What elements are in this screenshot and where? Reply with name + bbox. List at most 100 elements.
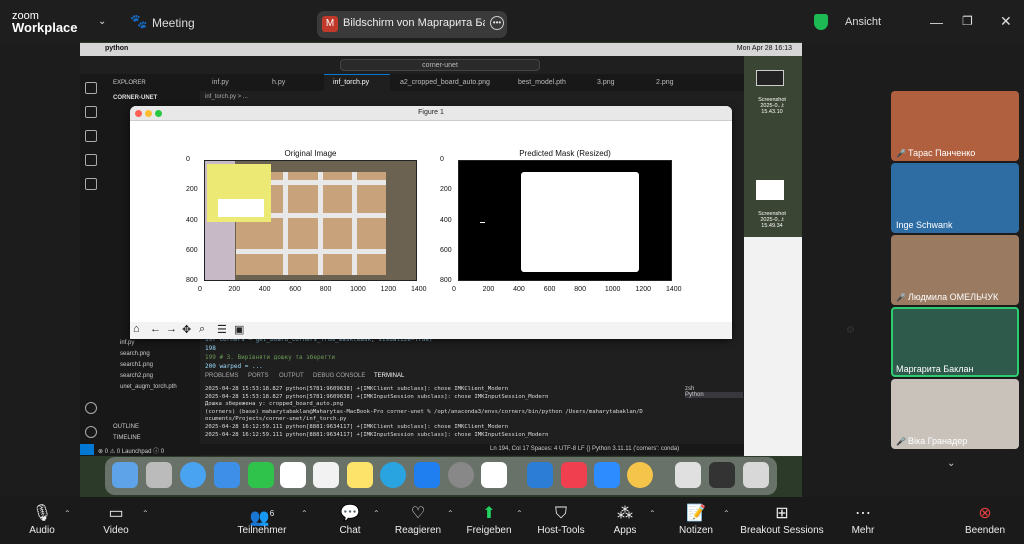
x-tick-label: 1200 (635, 286, 651, 293)
tab-ports[interactable]: PORTS (248, 373, 269, 379)
telegram-icon[interactable] (380, 462, 406, 488)
breadcrumb[interactable]: inf_torch.py > ... (205, 94, 248, 100)
notes-button[interactable]: 📝 Notizen (666, 503, 726, 536)
restore-window-icon[interactable]: ❐ (962, 14, 973, 28)
chevron-up-icon[interactable]: ⌃ (301, 509, 308, 518)
screenshot-file-1[interactable]: Screenshot 2025-0...t 15.43.10 (752, 97, 792, 115)
tab-debug-console[interactable]: DEBUG CONSOLE (313, 373, 365, 379)
chevron-down-icon[interactable]: ⌄ (947, 458, 955, 469)
file-item[interactable]: search1.png (120, 362, 153, 368)
reactions-button[interactable]: ♡ Reagieren (388, 503, 448, 536)
explorer-icon[interactable] (85, 82, 97, 94)
back-arrow-icon[interactable]: ← (150, 323, 161, 335)
chevron-down-icon[interactable]: ⌄ (98, 16, 106, 27)
tab-best-model[interactable]: best_model.pth (518, 79, 566, 86)
configure-subplots-icon[interactable]: ☰ (217, 323, 227, 336)
run-debug-icon[interactable] (85, 154, 97, 166)
end-meeting-button[interactable]: ⊗ Beenden (950, 503, 1020, 536)
status-bar: ⊗ 0 ⚠ 0 Launchpad ⓘ 0 Ln 194, Col 17 Spa… (80, 444, 744, 455)
photos-icon[interactable] (627, 462, 653, 488)
extensions-icon[interactable] (85, 178, 97, 190)
command-center-search[interactable]: corner-unet (340, 59, 540, 71)
reminders-icon[interactable] (313, 462, 339, 488)
finder-icon[interactable] (112, 462, 138, 488)
meeting-label[interactable]: Meeting (152, 16, 195, 30)
view-button[interactable]: Ansicht (845, 16, 881, 28)
remote-indicator[interactable] (80, 444, 94, 455)
music-icon[interactable] (561, 462, 587, 488)
terminal-output[interactable]: 2025-04-28 15:53:18.827 python[5781:9609… (205, 386, 680, 442)
screenshot-thumbnail[interactable] (756, 180, 784, 200)
outline-section[interactable]: OUTLINE (113, 424, 139, 430)
chat-button[interactable]: 💬 Chat (320, 503, 380, 536)
share-button[interactable]: ⬆ Freigeben (459, 503, 519, 536)
tab-terminal[interactable]: TERMINAL (374, 373, 404, 379)
home-icon[interactable]: ⌂ (133, 323, 140, 335)
trash-icon[interactable] (743, 462, 769, 488)
save-figure-icon[interactable]: ▣ (234, 323, 244, 336)
project-folder[interactable]: CORNER-UNET (113, 95, 157, 101)
chevron-up-icon[interactable]: ⌃ (447, 509, 454, 518)
more-button[interactable]: ⋯ Mehr (833, 503, 893, 536)
tab-problems[interactable]: PROBLEMS (205, 373, 238, 379)
app-store-icon[interactable] (414, 462, 440, 488)
board-rail (236, 249, 386, 254)
tab-inf-py[interactable]: inf.py (212, 79, 229, 86)
tab-h-py[interactable]: h.py (272, 79, 285, 86)
more-options-icon[interactable]: ••• (490, 16, 504, 30)
video-button[interactable]: ▭ Video (86, 503, 146, 536)
search-icon[interactable] (85, 106, 97, 118)
gear-icon[interactable] (85, 426, 97, 438)
forward-arrow-icon[interactable]: → (166, 323, 177, 335)
source-control-icon[interactable] (85, 130, 97, 142)
vscode-icon[interactable] (527, 462, 553, 488)
chevron-up-icon[interactable]: ⌃ (64, 509, 71, 518)
file-item[interactable]: search2.png (120, 373, 153, 379)
screenshot-file-2[interactable]: Screenshot 2025-0...t 15.49.34 (752, 211, 792, 229)
status-left[interactable]: ⊗ 0 ⚠ 0 Launchpad ⓘ 0 (98, 446, 164, 455)
calendar-icon[interactable] (280, 462, 306, 488)
chevron-up-icon[interactable]: ⌃ (516, 509, 523, 518)
chevron-up-icon[interactable]: ⌃ (373, 509, 380, 518)
menubar-app-name[interactable]: python (105, 45, 128, 52)
notes-icon[interactable] (347, 462, 373, 488)
tab-cropped-board[interactable]: a2_cropped_board_auto.png (400, 79, 490, 86)
account-icon[interactable] (85, 402, 97, 414)
zoom-rect-icon[interactable]: ⌕ (199, 323, 205, 336)
file-item[interactable]: inf.py (120, 340, 134, 346)
audio-button[interactable]: 🎙 Audio (12, 503, 72, 536)
facetime-icon[interactable] (248, 462, 274, 488)
host-tools-button[interactable]: ⛉ Host-Tools (531, 503, 591, 536)
chevron-up-icon[interactable]: ⌃ (142, 509, 149, 518)
chevron-up-icon[interactable]: ⌃ (649, 509, 656, 518)
safari-icon[interactable] (180, 462, 206, 488)
document-icon[interactable] (709, 462, 735, 488)
tab-2-png[interactable]: 2.png (656, 79, 674, 86)
file-item[interactable]: search.png (120, 351, 150, 357)
apps-button[interactable]: ⁂ Apps (595, 503, 655, 536)
minimize-icon[interactable]: — (930, 15, 943, 30)
slack-icon[interactable] (481, 462, 507, 488)
zoom-icon[interactable] (594, 462, 620, 488)
close-icon[interactable]: ✕ (1000, 13, 1012, 30)
participants-button[interactable]: 👥6 Teilnehmer (232, 503, 292, 536)
launchpad-icon[interactable] (146, 462, 172, 488)
chevron-up-icon[interactable]: ⌃ (723, 509, 730, 518)
mail-icon[interactable] (214, 462, 240, 488)
gear-icon[interactable]: ⚙ (846, 325, 855, 336)
x-tick-label: 200 (228, 286, 241, 293)
file-item[interactable]: unet_augm_torch.pth (120, 384, 177, 390)
status-right[interactable]: Ln 194, Col 17 Spaces: 4 UTF-8 LF {} Pyt… (490, 446, 679, 452)
timeline-section[interactable]: TIMELINE (113, 435, 141, 441)
pan-icon[interactable]: ✥ (182, 323, 191, 336)
system-settings-icon[interactable] (448, 462, 474, 488)
recent-app-icon[interactable] (675, 462, 701, 488)
tab-3-png[interactable]: 3.png (597, 79, 615, 86)
code-editor[interactable]: 197 corners = get_board_corners_from_mas… (205, 336, 744, 370)
security-shield-icon[interactable] (814, 14, 828, 30)
tab-inf-torch-py[interactable]: inf_torch.py (333, 79, 369, 86)
breakout-sessions-button[interactable]: ⊞ Breakout Sessions (737, 503, 827, 536)
terminal-item-python[interactable]: Python (685, 392, 743, 398)
tab-output[interactable]: OUTPUT (279, 373, 304, 379)
screenshot-thumbnail[interactable] (756, 70, 784, 86)
